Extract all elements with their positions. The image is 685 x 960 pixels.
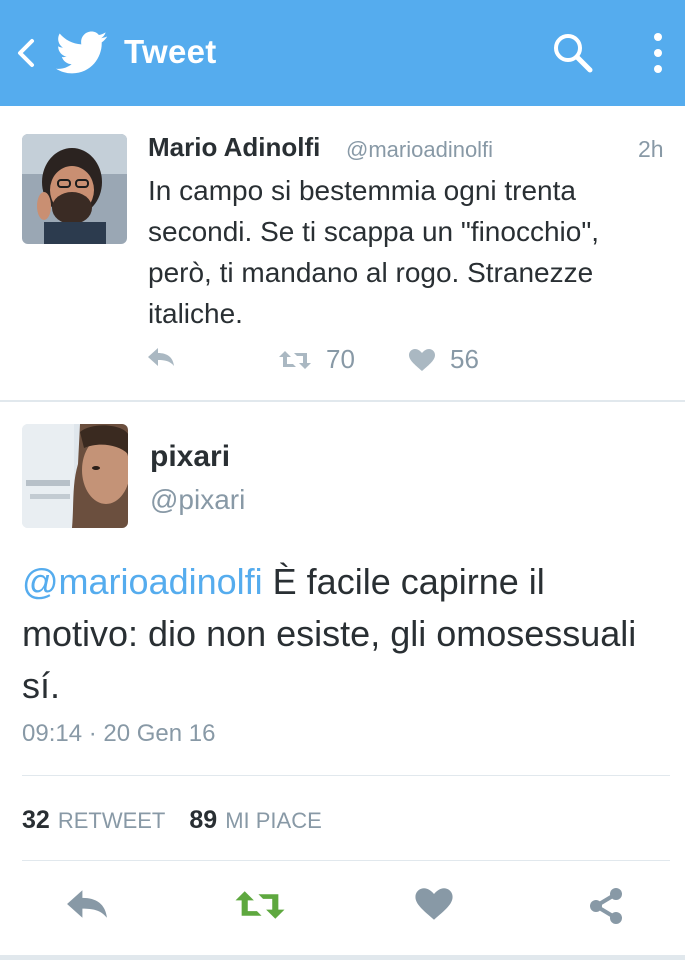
- top-bar: Tweet: [0, 0, 685, 106]
- reply-icon: [148, 348, 174, 366]
- bottom-divider: [0, 955, 685, 960]
- share-button[interactable]: [586, 886, 626, 931]
- tweet-stats: 32 RETWEET 89 MI PIACE: [22, 806, 346, 835]
- avatar-image: [22, 424, 128, 528]
- divider: [22, 775, 670, 776]
- heart-icon: [415, 888, 453, 920]
- back-arrow-icon[interactable]: [14, 36, 38, 70]
- divider: [0, 400, 685, 402]
- heart-icon: [409, 348, 435, 371]
- focused-tweet-actions: [0, 880, 685, 940]
- divider: [22, 860, 670, 861]
- retweet-count: 32: [22, 806, 50, 834]
- retweet-label[interactable]: RETWEET: [58, 808, 166, 834]
- tweet-text: @marioadinolfi È facile capirne il motiv…: [22, 556, 662, 712]
- tweet-time: 2h: [638, 136, 664, 162]
- retweet-button[interactable]: [234, 886, 286, 929]
- reply-button[interactable]: [146, 346, 176, 368]
- share-icon: [590, 888, 622, 924]
- reply-button[interactable]: [64, 886, 110, 927]
- author-name[interactable]: Mario Adinolfi: [148, 132, 320, 163]
- search-icon[interactable]: [550, 30, 596, 76]
- author-name[interactable]: pixari: [150, 440, 230, 474]
- author-handle[interactable]: @pixari: [150, 484, 245, 516]
- like-button[interactable]: [414, 886, 454, 927]
- mention-link[interactable]: @marioadinolfi: [22, 561, 263, 602]
- like-button[interactable]: 56: [408, 344, 479, 375]
- avatar-mario-adinolfi[interactable]: [22, 134, 127, 244]
- parent-tweet-actions: 70 56: [0, 336, 685, 380]
- like-count: 89: [189, 806, 218, 834]
- retweet-icon: [279, 350, 311, 369]
- avatar-image: [22, 134, 127, 244]
- more-vertical-icon[interactable]: [646, 30, 670, 78]
- tweet-timestamp: 09:14 · 20 Gen 16: [22, 720, 216, 747]
- retweet-count: 70: [326, 344, 355, 374]
- reply-icon: [67, 890, 107, 918]
- author-handle[interactable]: @marioadinolfi: [346, 137, 493, 163]
- like-label[interactable]: MI PIACE: [225, 808, 322, 834]
- page-title: Tweet: [124, 33, 217, 70]
- like-count: 56: [450, 344, 479, 374]
- tweet-text: In campo si bestemmia ogni trenta second…: [148, 175, 600, 329]
- avatar-pixari[interactable]: [22, 424, 128, 528]
- retweet-icon: [235, 891, 285, 919]
- twitter-bird-icon: [56, 31, 108, 74]
- retweet-button[interactable]: 70: [278, 344, 355, 375]
